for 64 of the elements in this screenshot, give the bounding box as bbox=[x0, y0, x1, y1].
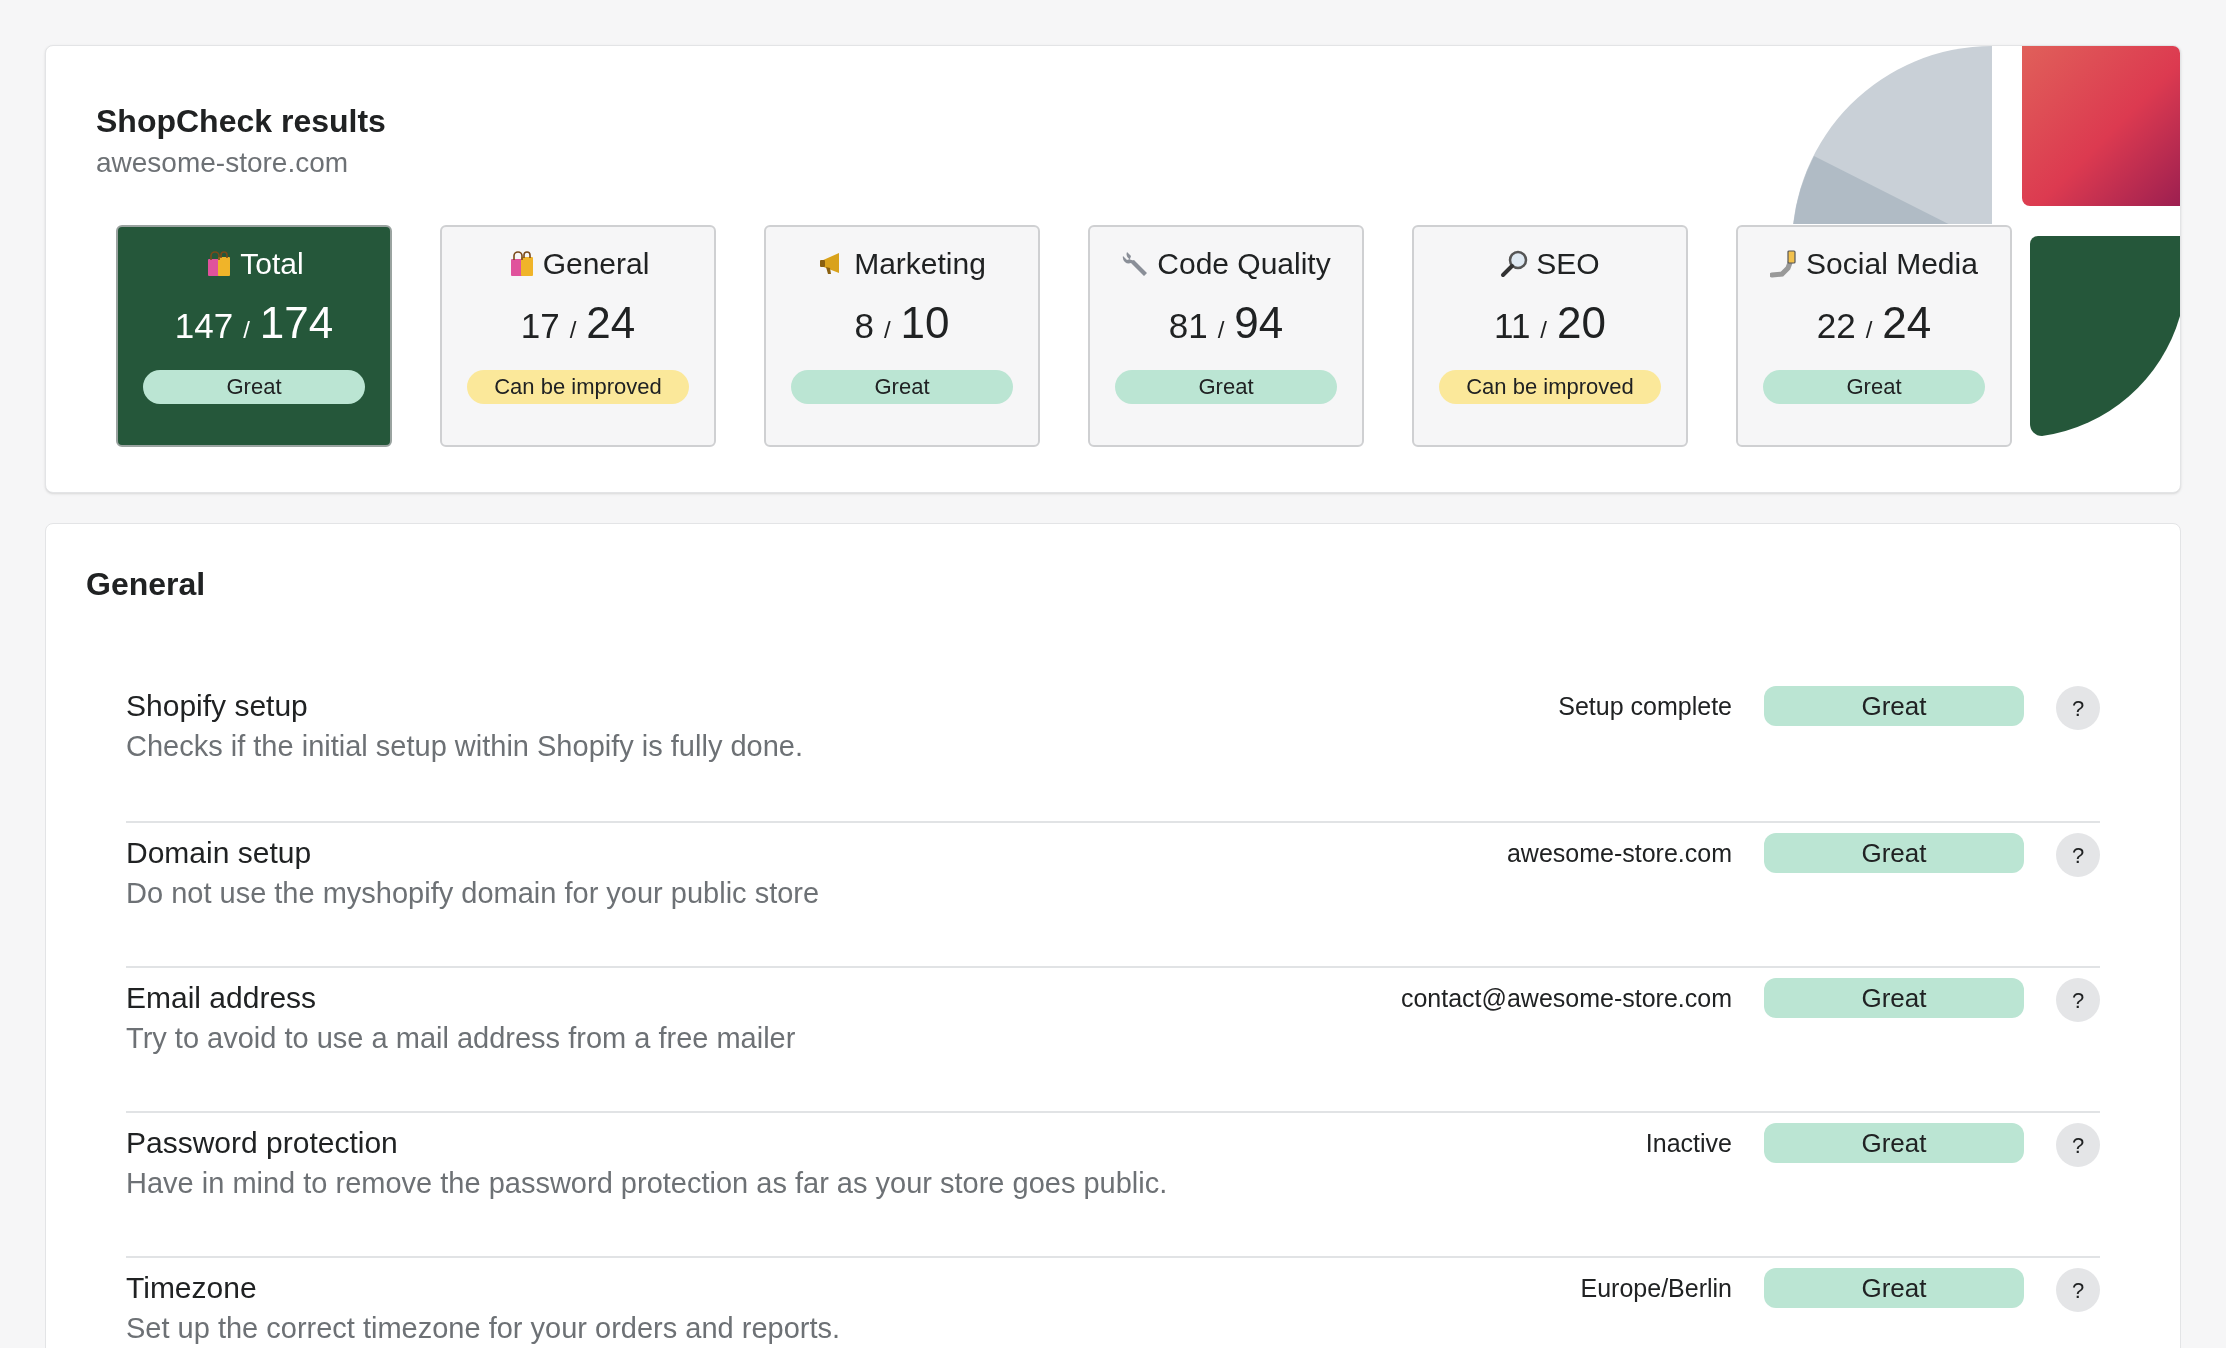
check-description: Try to avoid to use a mail address from a free mailer bbox=[126, 1021, 797, 1056]
status-badge: Can be improved bbox=[467, 370, 689, 404]
help-button[interactable]: ? bbox=[2056, 833, 2100, 877]
store-domain: awesome-store.com bbox=[96, 146, 350, 180]
score-separator: / bbox=[1217, 315, 1225, 345]
help-button[interactable]: ? bbox=[2056, 1123, 2100, 1167]
score-card[interactable]: Marketing 8 / 10 Great bbox=[764, 225, 1040, 447]
status-badge: Great bbox=[1764, 1268, 2024, 1308]
status-badge: Great bbox=[1115, 370, 1337, 404]
help-button[interactable]: ? bbox=[2056, 1268, 2100, 1312]
score-card[interactable]: Total 147 / 174 Great bbox=[116, 225, 392, 447]
help-button[interactable]: ? bbox=[2056, 978, 2100, 1022]
score-value: 147 bbox=[174, 305, 234, 347]
status-badge: Can be improved bbox=[1439, 370, 1661, 404]
section-title: General bbox=[86, 565, 207, 604]
check-title: Email address bbox=[126, 980, 318, 1016]
score-card[interactable]: SEO 11 / 20 Can be improved bbox=[1412, 225, 1688, 447]
check-description: Have in mind to remove the password protection as far as your store goes public. bbox=[126, 1166, 1169, 1201]
check-title: Password protection bbox=[126, 1125, 399, 1161]
score-category-label: Social Media bbox=[1806, 246, 1978, 282]
check-value: Europe/Berlin bbox=[1580, 1273, 1732, 1304]
score-max: 94 bbox=[1234, 301, 1284, 345]
check-title: Timezone bbox=[126, 1270, 258, 1306]
page-title: ShopCheck results bbox=[96, 102, 387, 141]
score-max: 174 bbox=[259, 301, 334, 345]
check-value: Setup complete bbox=[1558, 691, 1732, 722]
status-badge: Great bbox=[1764, 1123, 2024, 1163]
check-title: Shopify setup bbox=[126, 688, 309, 724]
score-max: 20 bbox=[1557, 301, 1606, 345]
check-value: awesome-store.com bbox=[1506, 838, 1732, 869]
score-max: 24 bbox=[586, 301, 636, 345]
check-value: contact@awesome-store.com bbox=[1400, 983, 1732, 1014]
check-description: Checks if the initial setup within Shopify is fully done. bbox=[126, 729, 804, 764]
status-badge: Great bbox=[791, 370, 1013, 404]
score-card[interactable]: Code Quality 81 / 94 Great bbox=[1088, 225, 1364, 447]
score-value: 11 bbox=[1494, 305, 1531, 347]
score-max: 24 bbox=[1882, 301, 1932, 345]
score-max: 10 bbox=[900, 301, 950, 345]
check-title: Domain setup bbox=[126, 835, 313, 871]
check-description: Set up the correct timezone for your orders and reports. bbox=[126, 1311, 842, 1346]
score-category-label: Marketing bbox=[854, 246, 986, 282]
status-badge: Great bbox=[1764, 686, 2024, 726]
score-value: 22 bbox=[1816, 305, 1856, 347]
score-category-label: Total bbox=[240, 246, 304, 282]
check-description: Do not use the myshopify domain for your public store bbox=[126, 876, 821, 911]
score-separator: / bbox=[569, 315, 577, 345]
score-card[interactable]: General 17 / 24 Can be improved bbox=[440, 225, 716, 447]
status-badge: Great bbox=[1763, 370, 1985, 404]
status-badge: Great bbox=[1764, 833, 2024, 873]
score-separator: / bbox=[883, 315, 891, 345]
score-category-label: Code Quality bbox=[1157, 246, 1331, 282]
score-value: 8 bbox=[854, 305, 874, 347]
score-separator: / bbox=[1865, 315, 1873, 345]
score-value: 81 bbox=[1168, 305, 1208, 347]
score-value: 17 bbox=[520, 305, 560, 347]
score-separator: / bbox=[243, 315, 250, 345]
check-value: Inactive bbox=[1645, 1128, 1732, 1159]
score-separator: / bbox=[1540, 315, 1548, 345]
status-badge: Great bbox=[143, 370, 365, 404]
status-badge: Great bbox=[1764, 978, 2024, 1018]
score-category-label: SEO bbox=[1536, 246, 1600, 282]
score-category-label: General bbox=[542, 246, 650, 282]
help-button[interactable]: ? bbox=[2056, 686, 2100, 730]
score-card[interactable]: Social Media 22 / 24 Great bbox=[1736, 225, 2012, 447]
